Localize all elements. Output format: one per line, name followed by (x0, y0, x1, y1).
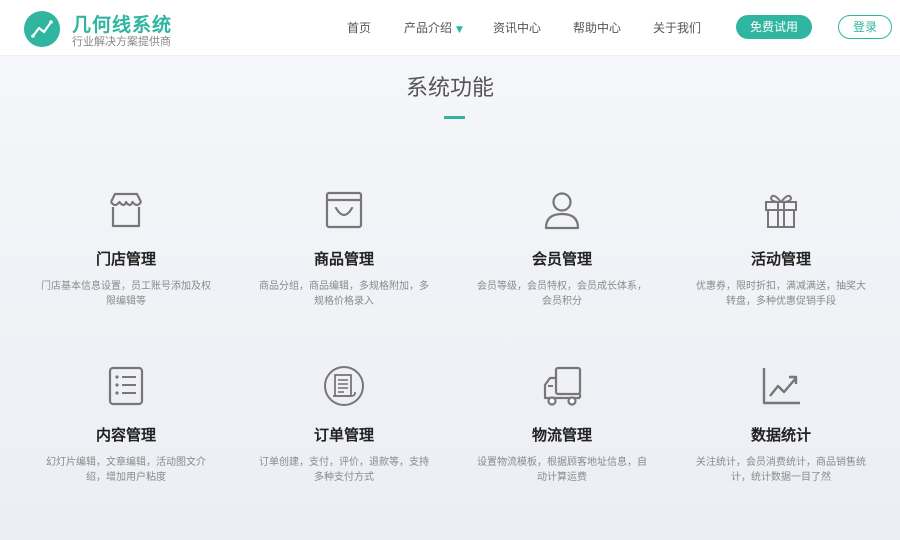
user-icon (544, 192, 580, 230)
feature-member: 会员管理 会员等级，会员特权，会员成长体系，会员积分 (467, 188, 657, 309)
feature-desc: 幻灯片编辑，文章编辑，活动图文介绍，增加用户粘度 (46, 457, 206, 483)
feature-activity: 活动管理 优惠券，限时折扣，满减满送，抽奖大转盘，多种优惠促销手段 (686, 188, 876, 309)
feature-content: 内容管理 幻灯片编辑，文章编辑，活动图文介绍，增加用户粘度 (31, 364, 221, 485)
feature-product: 商品管理 商品分组，商品编辑，多规格附加，多规格价格录入 (249, 188, 439, 309)
nav-home[interactable]: 首页 (347, 19, 371, 36)
logo-trend-icon (24, 11, 60, 47)
feature-statistics: 数据统计 关注统计，会员消费统计，商品销售统计，统计数据一目了然 (686, 364, 876, 485)
caret-down-icon: ▼ (456, 25, 463, 35)
free-trial-button[interactable]: 免费试用 (736, 15, 812, 39)
title-underline (444, 116, 465, 119)
store-icon (110, 192, 142, 228)
feature-logistics: 物流管理 设置物流模板，根据顾客地址信息，自动计算运费 (467, 364, 657, 485)
truck-icon (543, 366, 582, 406)
login-button[interactable]: 登录 (838, 15, 892, 39)
feature-desc: 订单创建，支付，评价，退款等，支持多种支付方式 (259, 457, 429, 483)
brand-slogan: 行业解决方案提供商 (72, 35, 171, 48)
nav-help[interactable]: 帮助中心 (573, 19, 621, 36)
feature-name: 门店管理 (95, 250, 156, 268)
feature-desc: 会员等级，会员特权，会员成长体系，会员积分 (477, 281, 647, 307)
feature-name: 物流管理 (531, 426, 592, 444)
list-icon (108, 366, 144, 406)
logo[interactable]: 几何线系统 行业解决方案提供商 (24, 8, 204, 50)
feature-desc: 优惠券，限时折扣，满减满送，抽奖大转盘，多种优惠促销手段 (696, 281, 866, 307)
feature-store: 门店管理 门店基本信息设置，员工账号添加及权限编辑等 (31, 188, 221, 309)
gift-icon (765, 194, 797, 228)
feature-name: 活动管理 (750, 250, 811, 268)
feature-desc: 门店基本信息设置，员工账号添加及权限编辑等 (41, 281, 211, 307)
chart-icon (762, 368, 800, 405)
feature-desc: 关注统计，会员消费统计，商品销售统计，统计数据一目了然 (696, 457, 866, 483)
feature-name: 数据统计 (750, 426, 811, 444)
header: 几何线系统 行业解决方案提供商 首页 产品介绍 ▼ 资讯中心 帮助中心 关于我们 … (0, 0, 900, 56)
nav-about[interactable]: 关于我们 (653, 19, 701, 36)
section-title: 系统功能 (405, 76, 494, 101)
feature-name: 内容管理 (95, 426, 156, 444)
feature-desc: 设置物流模板，根据顾客地址信息，自动计算运费 (477, 457, 647, 483)
feature-desc: 商品分组，商品编辑，多规格附加，多规格价格录入 (259, 281, 429, 307)
feature-order: 订单管理 订单创建，支付，评价，退款等，支持多种支付方式 (249, 364, 439, 485)
nav-news[interactable]: 资讯中心 (493, 19, 541, 36)
order-icon (324, 366, 364, 406)
shopping-bag-icon (325, 191, 363, 229)
feature-name: 商品管理 (313, 250, 374, 268)
feature-name: 会员管理 (531, 250, 592, 268)
feature-name: 订单管理 (313, 426, 374, 444)
nav-products[interactable]: 产品介绍 ▼ (404, 19, 463, 36)
